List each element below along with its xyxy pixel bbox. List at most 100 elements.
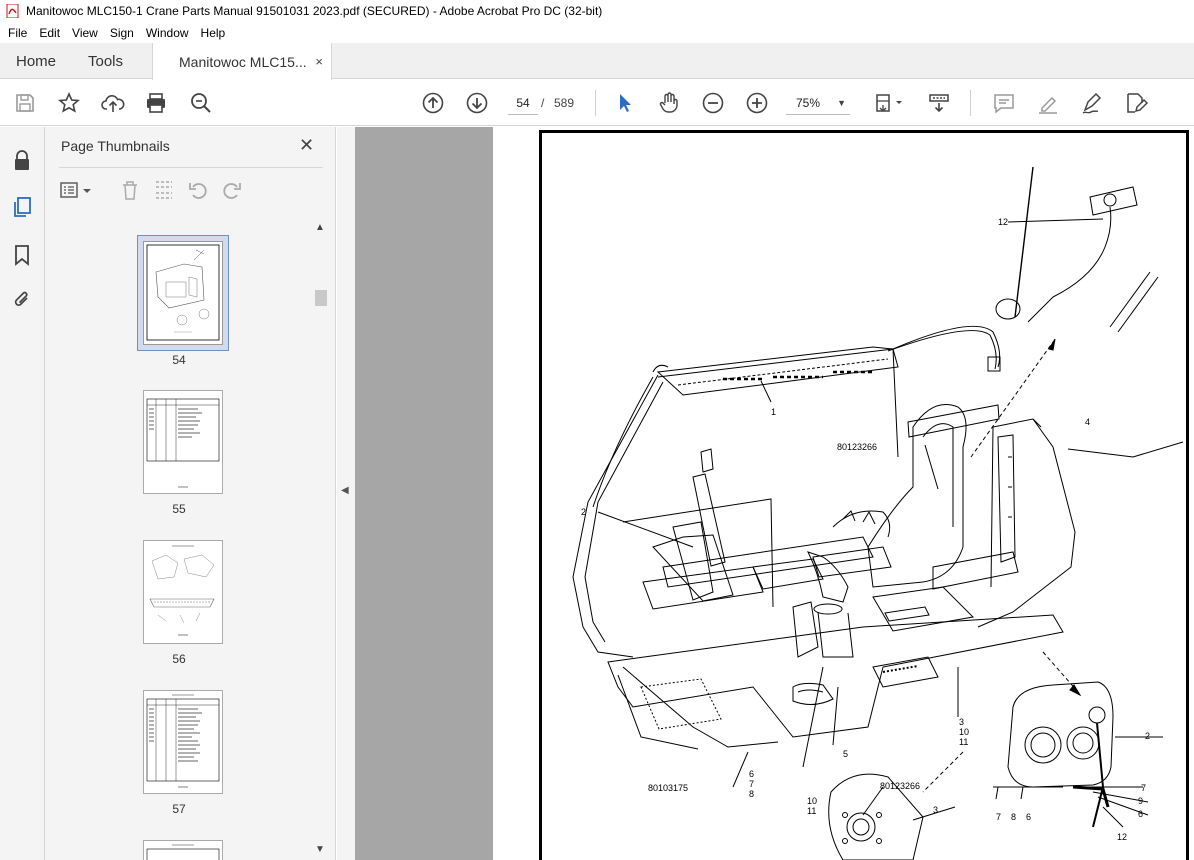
menu-edit[interactable]: Edit bbox=[33, 26, 66, 40]
tab-document[interactable]: Manitowoc MLC15... × bbox=[152, 43, 332, 80]
rotate-left-icon[interactable] bbox=[187, 179, 209, 201]
tab-tools[interactable]: Tools bbox=[88, 43, 123, 79]
pdf-page: 12 1 4 80123266 2 3 10 11 2 5 80103175 6… bbox=[493, 127, 1194, 860]
callout-label: 7 bbox=[1141, 783, 1146, 793]
cab-assembly-drawing: 12 1 4 80123266 2 3 10 11 2 5 80103175 6… bbox=[572, 166, 1184, 860]
upload-cloud-icon[interactable] bbox=[100, 90, 126, 116]
window-title: Manitowoc MLC150-1 Crane Parts Manual 91… bbox=[26, 4, 603, 18]
zoom-in-icon[interactable] bbox=[744, 90, 770, 116]
zoom-search-icon[interactable] bbox=[188, 90, 214, 116]
thumbnail-page-56[interactable] bbox=[143, 540, 223, 644]
callout-label: 4 bbox=[1085, 417, 1090, 427]
callout-label: 6 bbox=[1138, 809, 1143, 819]
scrollbar-thumb[interactable] bbox=[315, 290, 327, 306]
menu-sign[interactable]: Sign bbox=[104, 26, 140, 40]
next-page-icon[interactable] bbox=[464, 90, 490, 116]
zoom-level-value: 75% bbox=[796, 96, 821, 110]
rotate-right-icon[interactable] bbox=[221, 179, 243, 201]
thumbnail-preview-table bbox=[146, 398, 220, 488]
highlight-pen-icon[interactable] bbox=[1035, 90, 1061, 116]
callout-label: 8 bbox=[749, 789, 754, 799]
thumbnail-list: 54 55 56 57 bbox=[45, 222, 313, 860]
callout-label: 10 bbox=[959, 727, 969, 737]
document-background bbox=[355, 127, 493, 860]
panel-collapse-strip[interactable]: ◀ bbox=[337, 127, 355, 860]
callout-label: 11 bbox=[807, 806, 816, 816]
thumbnail-options-icon[interactable] bbox=[59, 179, 95, 201]
zoom-out-icon[interactable] bbox=[700, 90, 726, 116]
panel-title: Page Thumbnails bbox=[61, 138, 170, 154]
hand-tool-icon[interactable] bbox=[656, 90, 682, 116]
callout-label: 5 bbox=[843, 749, 848, 759]
thumbnail-preview-table bbox=[146, 844, 220, 860]
thumbnail-scrollbar[interactable]: ▲ ▼ bbox=[313, 222, 327, 858]
tab-home[interactable]: Home bbox=[16, 43, 56, 79]
panel-divider bbox=[59, 167, 323, 168]
page-total: 589 bbox=[554, 96, 575, 110]
callout-label: 7 bbox=[749, 779, 754, 789]
attachment-icon[interactable] bbox=[10, 288, 34, 312]
page-thumbnails-icon[interactable] bbox=[10, 195, 34, 219]
previous-page-icon[interactable] bbox=[420, 90, 446, 116]
tab-close-button[interactable]: × bbox=[315, 54, 323, 69]
sign-pen-icon[interactable] bbox=[1079, 90, 1105, 116]
tab-bar: Home Tools Manitowoc MLC15... × bbox=[0, 43, 1194, 80]
zoom-level-select[interactable]: 75% ▼ bbox=[786, 91, 850, 115]
toolbar-divider bbox=[595, 90, 596, 116]
chevron-down-icon[interactable]: ▼ bbox=[315, 844, 325, 855]
save-icon[interactable] bbox=[12, 90, 38, 116]
menu-view[interactable]: View bbox=[66, 26, 104, 40]
chevron-up-icon[interactable]: ▲ bbox=[315, 222, 325, 233]
thumbnail-page-57[interactable] bbox=[143, 690, 223, 794]
callout-label: 1 bbox=[771, 407, 776, 417]
document-view[interactable]: 12 1 4 80123266 2 3 10 11 2 5 80103175 6… bbox=[355, 127, 1194, 860]
menu-window[interactable]: Window bbox=[140, 26, 195, 40]
callout-label: 3 bbox=[933, 805, 938, 815]
callout-label: 8 bbox=[1011, 812, 1016, 822]
callout-label: 6 bbox=[749, 769, 754, 779]
page-number-input[interactable]: 54 bbox=[508, 91, 538, 115]
left-navigation-rail bbox=[0, 127, 45, 860]
thumbnail-label: 55 bbox=[172, 502, 186, 516]
callout-label: 3 bbox=[959, 717, 964, 727]
select-cursor-icon[interactable] bbox=[612, 90, 638, 116]
thumbnail-preview-drawing bbox=[146, 244, 220, 341]
thumbnail-label: 57 bbox=[172, 802, 186, 816]
comment-icon[interactable] bbox=[991, 90, 1017, 116]
menu-file[interactable]: File bbox=[2, 26, 33, 40]
chevron-down-icon: ▼ bbox=[837, 98, 846, 108]
print-icon[interactable] bbox=[143, 90, 169, 116]
callout-label: 80123266 bbox=[880, 781, 920, 791]
tab-document-label: Manitowoc MLC15... bbox=[179, 53, 307, 70]
callout-label: 12 bbox=[998, 217, 1008, 227]
edit-text-icon[interactable] bbox=[1123, 90, 1149, 116]
menu-help[interactable]: Help bbox=[195, 26, 232, 40]
thumbnail-label: 56 bbox=[172, 652, 186, 666]
chevron-left-icon[interactable]: ◀ bbox=[341, 485, 349, 496]
callout-label: 9 bbox=[1138, 796, 1143, 806]
menu-bar: File Edit View Sign Window Help bbox=[0, 22, 1194, 43]
delete-page-icon[interactable] bbox=[119, 179, 141, 201]
page-fit-icon[interactable] bbox=[870, 90, 906, 116]
page-thumbnails-panel: Page Thumbnails ✕ 54 55 56 57 ▲ ▼ bbox=[45, 127, 336, 860]
thumbnail-page-58[interactable] bbox=[143, 840, 223, 860]
callout-label: 11 bbox=[959, 737, 968, 747]
thumbnail-page-55[interactable] bbox=[143, 390, 223, 494]
callout-label: 2 bbox=[581, 507, 586, 517]
bookmark-star-icon[interactable] bbox=[56, 90, 82, 116]
callout-label: 7 bbox=[996, 812, 1001, 822]
close-panel-button[interactable]: ✕ bbox=[299, 135, 314, 156]
thumbnail-preview-table bbox=[146, 694, 220, 788]
title-bar: Manitowoc MLC150-1 Crane Parts Manual 91… bbox=[0, 0, 1194, 22]
thumbnail-preview-drawing bbox=[149, 545, 215, 636]
thumbnail-label: 54 bbox=[172, 353, 186, 367]
scroll-mode-icon[interactable] bbox=[926, 90, 952, 116]
insert-page-icon[interactable] bbox=[153, 179, 175, 201]
callout-label: 10 bbox=[807, 796, 817, 806]
toolbar-divider bbox=[970, 90, 971, 116]
main-toolbar: 54 / 589 75% ▼ bbox=[0, 80, 1194, 126]
bookmark-icon[interactable] bbox=[10, 243, 34, 267]
lock-icon[interactable] bbox=[10, 149, 34, 173]
callout-label: 2 bbox=[1145, 731, 1150, 741]
thumbnail-page-54[interactable] bbox=[137, 235, 229, 351]
